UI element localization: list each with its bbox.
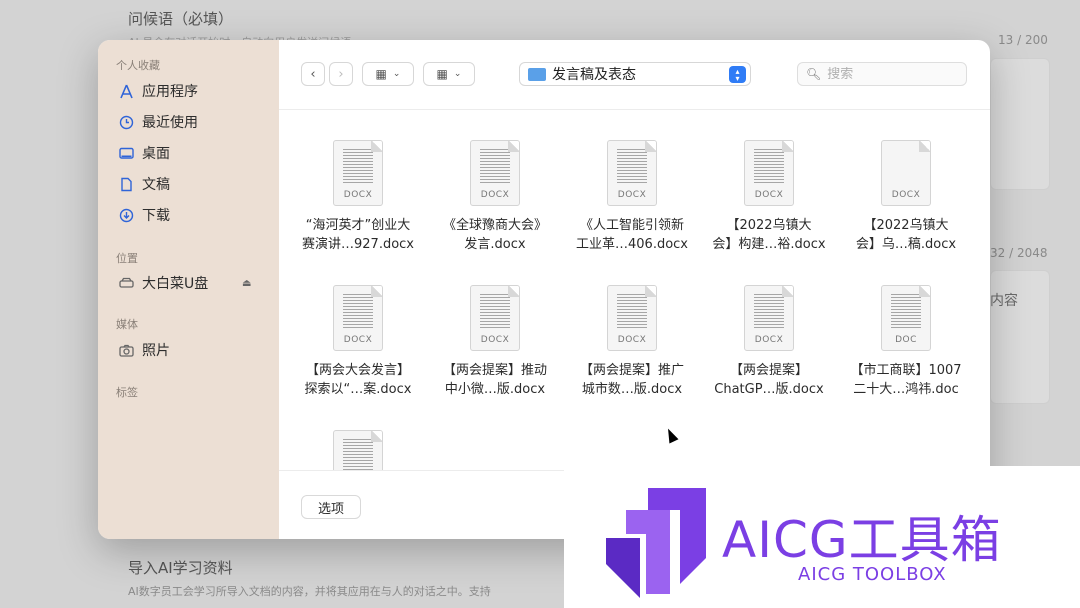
applications-icon [118, 83, 134, 99]
sidebar-item-usb-drive[interactable]: 大白菜U盘 [118, 271, 208, 295]
file-item[interactable]: DOCX “海河英才”创业大 赛演讲…927.docx [289, 140, 427, 254]
sidebar-item-applications[interactable]: 应用程序 [118, 79, 198, 103]
import-description: AI数字员工会学习所导入文档的内容，并将其应用在与人的对话之中。支持 [128, 585, 491, 598]
docx-file-icon: DOCX [470, 285, 520, 351]
file-name: 《人工智能引领新 工业革…406.docx [576, 218, 688, 252]
file-name: 【2022乌镇大 会】构建…裕.docx [712, 218, 826, 252]
sidebar-item-recents[interactable]: 最近使用 [118, 110, 198, 134]
docx-file-icon: DOCX [744, 140, 794, 206]
file-name: 【两会提案】 ChatGP…版.docx [714, 363, 824, 397]
file-item[interactable]: DOCX 【2022乌镇大 会】构建…裕.docx [700, 140, 838, 254]
sidebar-item-label: 下载 [142, 208, 170, 224]
file-name: “海河英才”创业大 赛演讲…927.docx [302, 218, 414, 252]
file-name: 【市工商联】1007 二十大…鸿祎.doc [850, 363, 962, 397]
file-item[interactable]: DOCX 《全球豫商大会》 发言.docx [426, 140, 564, 254]
desktop-icon [118, 145, 134, 161]
sidebar-item-photos[interactable]: 照片 [118, 338, 170, 362]
sidebar-item-label: 最近使用 [142, 115, 198, 131]
file-grid: DOCX “海河英才”创业大 赛演讲…927.docx DOCX 《全球豫商大会》… [279, 120, 990, 470]
docx-file-icon [333, 430, 383, 470]
back-button[interactable]: ‹ [301, 62, 325, 86]
docx-file-icon: DOCX [881, 140, 931, 206]
group-mode-button[interactable]: ▦ ⌄ [423, 62, 475, 86]
options-button[interactable]: 选项 [301, 495, 361, 519]
drive-icon [118, 275, 134, 291]
docx-file-icon: DOCX [607, 140, 657, 206]
watermark-title: AICG工具箱 [722, 511, 1002, 569]
file-name: 【两会大会发言】 探索以“…案.docx [304, 363, 412, 397]
doc-file-icon: DOC [881, 285, 931, 351]
forward-button[interactable]: › [329, 62, 353, 86]
import-title: 导入AI学习资料 [128, 559, 233, 577]
sidebar-item-label: 桌面 [142, 146, 170, 162]
view-mode-button[interactable]: ▦ ⌄ [362, 62, 414, 86]
folder-icon [528, 67, 546, 81]
search-input[interactable] [827, 66, 948, 82]
clock-icon [118, 114, 134, 130]
document-icon [118, 176, 134, 192]
updown-chevron-icon: ▴ ▾ [729, 66, 746, 83]
sidebar-item-desktop[interactable]: 桌面 [118, 141, 170, 165]
sidebar-item-label: 应用程序 [142, 84, 198, 100]
eject-icon[interactable]: ⏏ [242, 278, 251, 289]
sidebar: 个人收藏 应用程序 最近使用 桌面 文稿 下载 位置 大白菜U盘 ⏏ 媒体 照片… [98, 40, 279, 539]
chevron-down-icon: ⌄ [392, 69, 401, 79]
file-name: 【两会提案】推动 中小微…版.docx [442, 363, 547, 397]
watermark-subtitle: AICG TOOLBOX [798, 564, 947, 585]
tags-heading: 标签 [116, 386, 138, 399]
file-item[interactable]: DOCX 【两会提案】推广 城市数…版.docx [563, 285, 701, 399]
file-item[interactable]: DOCX 【两会大会发言】 探索以“…案.docx [289, 285, 427, 399]
icon-grid-icon: ▦ [375, 67, 387, 81]
file-browser: ‹ › ▦ ⌄ ▦ ⌄ 发言稿及表态 ▴ ▾ 🔍︎ 搜索 DOCX “海河英才”… [279, 40, 990, 539]
download-icon [118, 207, 134, 223]
aicg-logo-icon [606, 488, 706, 598]
group-grid-icon: ▦ [436, 67, 448, 81]
docx-file-icon: DOCX [470, 140, 520, 206]
sidebar-item-label: 文稿 [142, 177, 170, 193]
file-item[interactable]: DOCX 《人工智能引领新 工业革…406.docx [563, 140, 701, 254]
greeting-char-count: 13 / 200 [998, 33, 1048, 47]
docx-file-icon: DOCX [333, 285, 383, 351]
chevron-down-icon: ⌄ [453, 69, 462, 79]
greeting-textarea[interactable] [990, 58, 1050, 190]
docx-file-icon: DOCX [744, 285, 794, 351]
file-item[interactable]: DOCX 【两会提案】 ChatGP…版.docx [700, 285, 838, 399]
camera-icon [118, 342, 134, 358]
file-item[interactable]: DOC 【市工商联】1007 二十大…鸿祎.doc [837, 285, 975, 399]
file-name: 【2022乌镇大 会】乌…稿.docx [855, 218, 957, 252]
chevron-right-icon: › [338, 66, 344, 82]
sidebar-item-documents[interactable]: 文稿 [118, 172, 170, 196]
docx-file-icon: DOCX [333, 140, 383, 206]
media-heading: 媒体 [116, 318, 138, 331]
file-name: 《全球豫商大会》 发言.docx [442, 218, 547, 252]
file-item[interactable]: DOCX 【两会提案】推动 中小微…版.docx [426, 285, 564, 399]
file-item[interactable] [289, 430, 427, 470]
file-item[interactable]: DOCX 【2022乌镇大 会】乌…稿.docx [837, 140, 975, 254]
file-open-dialog: 个人收藏 应用程序 最近使用 桌面 文稿 下载 位置 大白菜U盘 ⏏ 媒体 照片… [98, 40, 990, 539]
sidebar-item-label: 大白菜U盘 [142, 276, 209, 292]
sidebar-item-downloads[interactable]: 下载 [118, 203, 170, 227]
watermark: AICG工具箱 AICG TOOLBOX [564, 466, 1080, 608]
file-name: 【两会提案】推广 城市数…版.docx [579, 363, 684, 397]
greeting-title: 问候语（必填） [128, 10, 234, 28]
description-char-count: 32 / 2048 [990, 246, 1048, 260]
current-folder-name: 发言稿及表态 [552, 67, 636, 83]
chevron-left-icon: ‹ [310, 66, 316, 82]
search-field[interactable]: 🔍︎ [797, 62, 967, 86]
sidebar-item-label: 照片 [142, 343, 170, 359]
favorites-heading: 个人收藏 [116, 59, 160, 72]
docx-file-icon: DOCX [607, 285, 657, 351]
locations-heading: 位置 [116, 252, 138, 265]
folder-location-select[interactable]: 发言稿及表态 ▴ ▾ [519, 62, 751, 86]
toolbar: ‹ › ▦ ⌄ ▦ ⌄ 发言稿及表态 ▴ ▾ 🔍︎ [279, 40, 990, 110]
description-text: 内容 [990, 293, 1018, 309]
search-icon: 🔍︎ [806, 67, 822, 81]
